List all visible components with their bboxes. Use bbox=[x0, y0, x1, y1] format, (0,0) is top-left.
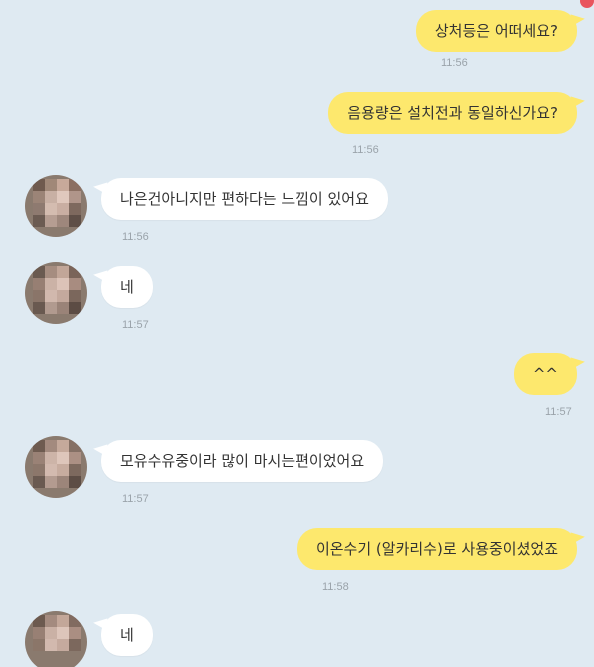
message-timestamp: 11:57 bbox=[545, 406, 572, 418]
message-bubble-received: 모유수유중이라 많이 마시는편이었어요 bbox=[101, 440, 384, 482]
message-bubble-received: 나은건아니지만 편하다는 느낌이 있어요 bbox=[101, 178, 388, 220]
message-timestamp: 11:58 bbox=[322, 581, 349, 593]
message-timestamp: 11:56 bbox=[441, 57, 468, 69]
message-bubble-sent: ^^ bbox=[513, 353, 577, 395]
message-timestamp: 11:57 bbox=[122, 493, 149, 505]
message-timestamp: 11:56 bbox=[122, 231, 149, 243]
message-bubble-sent: 이온수기 (알카리수)로 사용중이셨었죠 bbox=[296, 528, 577, 570]
message-bubble-sent: 음용량은 설치전과 동일하신가요? bbox=[328, 92, 577, 134]
message-timestamp: 11:57 bbox=[122, 319, 149, 331]
contact-avatar[interactable] bbox=[25, 175, 87, 237]
chat-window: 상처등은 어떠세요? 11:56 음용량은 설치전과 동일하신가요? 11:56… bbox=[0, 0, 594, 667]
message-bubble-received: 네 bbox=[101, 614, 153, 656]
contact-avatar[interactable] bbox=[25, 262, 87, 324]
message-bubble-sent: 상처등은 어떠세요? bbox=[415, 10, 577, 52]
message-bubble-received: 네 bbox=[101, 266, 153, 308]
contact-avatar[interactable] bbox=[25, 611, 87, 667]
contact-avatar[interactable] bbox=[25, 436, 87, 498]
message-timestamp: 11:56 bbox=[352, 144, 379, 156]
notification-badge-icon bbox=[580, 0, 594, 8]
